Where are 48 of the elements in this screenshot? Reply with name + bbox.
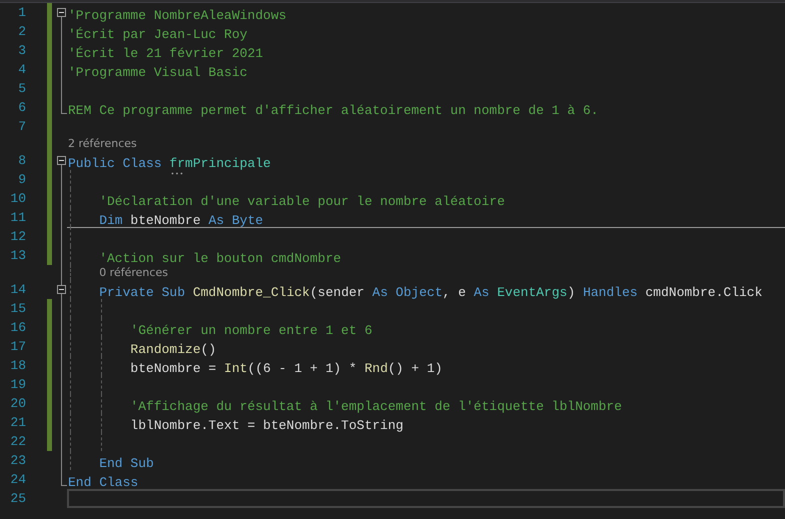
line-number: 6	[17, 99, 26, 117]
line-number: 14	[9, 281, 26, 299]
line-number: 15	[9, 300, 26, 318]
suggestion-dots-icon[interactable]	[171, 172, 184, 175]
collapse-icon[interactable]	[57, 285, 66, 294]
code-line: 'Programme Visual Basic	[68, 64, 248, 82]
line-number: 21	[9, 414, 26, 432]
line-number: 9	[17, 171, 26, 189]
code-line: 'Programme NombreAleaWindows	[68, 7, 286, 25]
line-number: 2	[17, 23, 26, 41]
line-number: 5	[17, 80, 26, 98]
code-line: Randomize()	[129, 341, 216, 359]
code-line: End Class	[68, 474, 138, 492]
line-number: 17	[9, 338, 26, 356]
code-line: 'Affichage du résultat à l'emplacement de l'étiquette lblNombre	[129, 398, 622, 416]
line-number: 24	[9, 471, 26, 489]
line-number: 22	[9, 433, 26, 451]
code-line: 'Déclaration d'une variable pour le nombre aléatoire	[98, 193, 505, 211]
line-number: 16	[9, 319, 26, 337]
line-number: 23	[9, 452, 26, 470]
reference-count[interactable]: 0 références	[99, 265, 168, 280]
line-number: 4	[17, 61, 26, 79]
line-number: 8	[17, 152, 26, 170]
code-line: bteNombre = Int((6 - 1 + 1) * Rnd() + 1)	[129, 360, 442, 378]
line-number: 1	[17, 4, 26, 22]
line-number: 7	[17, 118, 26, 136]
line-number: 20	[9, 395, 26, 413]
line-number: 19	[9, 376, 26, 394]
code-line: REM Ce programme permet d'afficher aléatoirement un nombre de 1 à 6.	[68, 102, 598, 120]
code-line: Dim bteNombre As Byte	[98, 212, 264, 230]
code-line: Public Class frmPrincipale	[68, 154, 271, 173]
code-line: 'Écrit par Jean-Luc Roy	[68, 26, 248, 44]
code-line: Private Sub CmdNombre_Click(sender As Object, e As EventArgs) Handles cmdNombre.Click	[98, 284, 762, 302]
reference-count[interactable]: 2 références	[68, 136, 137, 151]
code-line: lblNombre.Text = bteNombre.ToString	[129, 417, 404, 435]
code-line: 'Action sur le bouton cmdNombre	[98, 250, 342, 267]
code-line: 'Écrit le 21 février 2021	[68, 45, 264, 63]
code-line: 'Générer un nombre entre 1 et 6	[129, 322, 372, 340]
line-number: 11	[9, 209, 26, 227]
line-number: 13	[9, 247, 26, 265]
collapse-icon[interactable]	[57, 8, 66, 17]
line-number: 12	[9, 228, 26, 246]
line-number: 18	[9, 357, 26, 375]
line-number: 10	[9, 190, 26, 208]
collapse-icon[interactable]	[57, 156, 66, 165]
line-number: 3	[17, 42, 26, 60]
code-line: End Sub	[98, 455, 154, 473]
line-number: 25	[9, 490, 26, 508]
